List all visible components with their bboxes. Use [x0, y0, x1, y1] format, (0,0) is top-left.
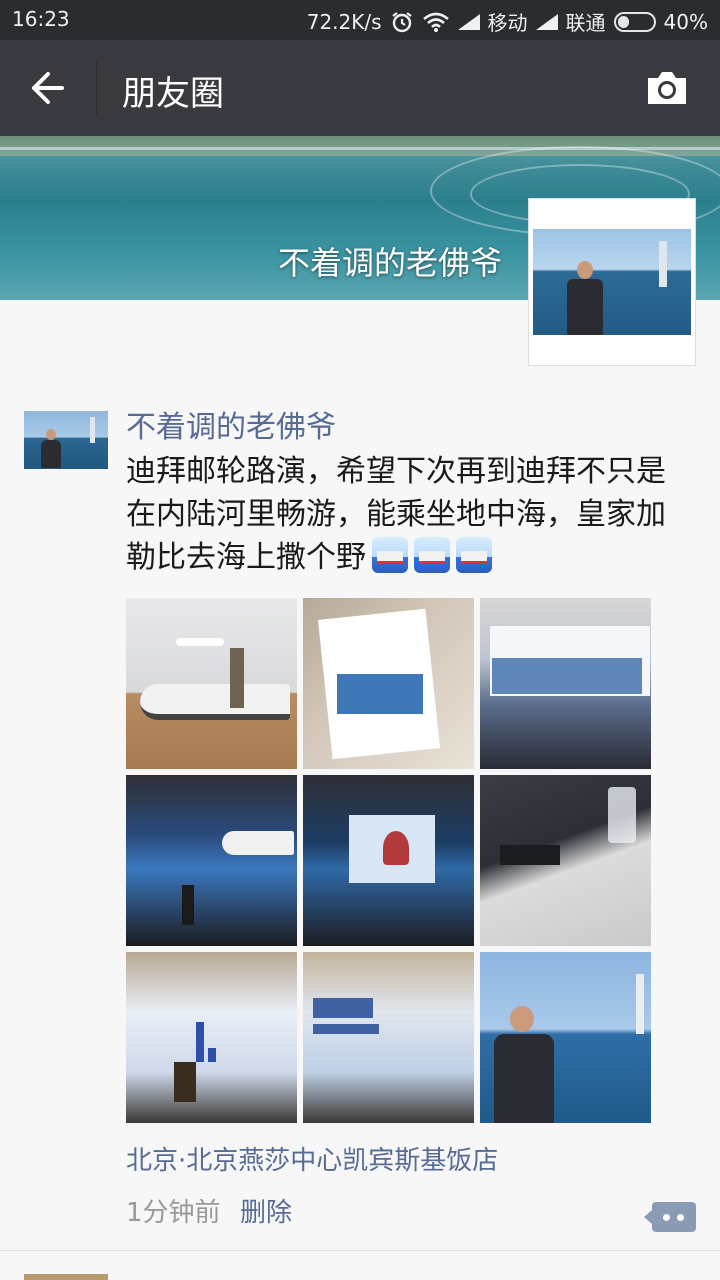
post-text: 迪拜邮轮路演，希望下次再到迪拜不只是在内陆河里畅游，能乘坐地中海，皇家加勒比去海…	[126, 450, 686, 579]
photo-thumbnail[interactable]	[126, 598, 297, 769]
battery-percent: 40%	[663, 9, 708, 34]
comment-dots-icon[interactable]	[644, 1202, 696, 1232]
wifi-icon	[422, 12, 449, 32]
signal-icon	[457, 13, 480, 30]
back-arrow-icon[interactable]	[28, 68, 68, 108]
nav-bar: 朋友圈	[0, 40, 720, 136]
profile-avatar[interactable]	[528, 198, 696, 366]
net-speed: 72.2K/s	[306, 9, 382, 34]
photo-thumbnail[interactable]	[303, 775, 474, 946]
photo-thumbnail[interactable]	[303, 952, 474, 1123]
carrier-1: 移动	[487, 11, 528, 35]
post-author-avatar[interactable]	[24, 411, 108, 469]
nav-divider	[96, 62, 97, 114]
post-location[interactable]: 北京·北京燕莎中心凯宾斯基饭店	[126, 1140, 498, 1177]
post-author-name[interactable]: 不着调的老佛爷	[126, 402, 336, 446]
page-title: 朋友圈	[122, 74, 224, 114]
photo-thumbnail[interactable]	[480, 952, 651, 1123]
photo-thumbnail[interactable]	[480, 598, 651, 769]
cover-display-name: 不着调的老佛爷	[277, 244, 502, 282]
alarm-icon	[391, 11, 412, 32]
photo-grid	[126, 598, 654, 1123]
avatar-photo	[533, 229, 691, 335]
photo-thumbnail[interactable]	[303, 598, 474, 769]
camera-icon[interactable]	[644, 68, 690, 108]
battery-icon	[613, 11, 656, 32]
status-time: 16:23	[12, 7, 70, 31]
next-post-avatar[interactable]	[24, 1274, 108, 1280]
status-bar: 16:23 72.2K/s 移动 联通 40%	[0, 0, 720, 40]
ship-emoji-icon	[414, 537, 450, 573]
photo-thumbnail[interactable]	[480, 775, 651, 946]
photo-thumbnail[interactable]	[126, 775, 297, 946]
carrier-2: 联通	[565, 11, 606, 35]
ship-emoji-icon	[372, 537, 408, 573]
signal-icon	[535, 13, 558, 30]
photo-thumbnail[interactable]	[126, 952, 297, 1123]
post-divider	[0, 1250, 720, 1251]
delete-link[interactable]: 删除	[240, 1192, 292, 1229]
post-time: 1分钟前	[126, 1198, 221, 1228]
ship-emoji-icon	[456, 537, 492, 573]
status-right: 72.2K/s 移动 联通 40%	[307, 7, 708, 36]
